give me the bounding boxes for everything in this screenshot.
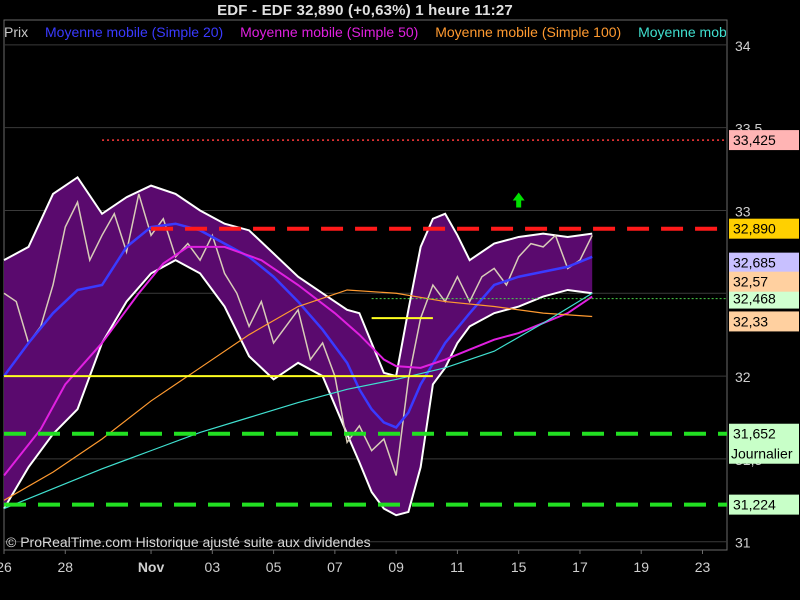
level-tag-label: 32,468: [733, 291, 776, 307]
x-tick-label: 03: [205, 559, 221, 575]
x-tick-label: 28: [57, 559, 73, 575]
legend-item-sma100: Moyenne mobile (Simple 100): [435, 24, 622, 40]
chart-title: EDF - EDF 32,890 (+0,63%) 1 heure 11:27: [217, 2, 513, 19]
level-tag-label: 31,224: [733, 497, 776, 513]
y-tick-label: 31: [735, 535, 751, 551]
legend-item-prix: Prix: [4, 24, 29, 40]
price-chart[interactable]: 3433,53332,53231,5312628Nov0305070911151…: [0, 0, 800, 600]
right-tag-label: 32,685: [733, 255, 776, 271]
right-tag-label: 32,33: [733, 313, 768, 329]
x-tick-label: 07: [327, 559, 343, 575]
legend-item-sma20: Moyenne mobile (Simple 20): [45, 24, 224, 40]
x-tick-label: 17: [572, 559, 588, 575]
x-tick-label: 19: [633, 559, 649, 575]
chart-legend: Prix Moyenne mobile (Simple 20) Moyenne …: [4, 24, 726, 42]
legend-item-sma50: Moyenne mobile (Simple 50): [240, 24, 419, 40]
x-tick-label: 26: [0, 559, 12, 575]
up-arrow-icon: [512, 192, 525, 208]
y-tick-label: 32: [735, 369, 751, 385]
right-tag-label: 32,57: [733, 274, 768, 290]
legend-item-sma200: Moyenne mobile (Simple 200): [638, 24, 726, 40]
x-tick-label: 23: [695, 559, 711, 575]
x-tick-label: 09: [388, 559, 404, 575]
y-tick-label: 34: [735, 38, 751, 54]
level-tag-label: 33,425: [733, 132, 776, 148]
level-tag-label: 32,890: [733, 221, 776, 237]
level-tag-label: 31,652: [733, 426, 776, 442]
x-tick-label: 15: [511, 559, 527, 575]
level-tag-sublabel: Journalier: [731, 446, 793, 462]
x-tick-label: Nov: [138, 559, 165, 575]
y-tick-label: 33: [735, 203, 751, 219]
x-tick-label: 11: [450, 559, 465, 575]
x-tick-label: 05: [266, 559, 282, 575]
copyright-note: © ProRealTime.com Historique ajusté suit…: [6, 534, 371, 550]
